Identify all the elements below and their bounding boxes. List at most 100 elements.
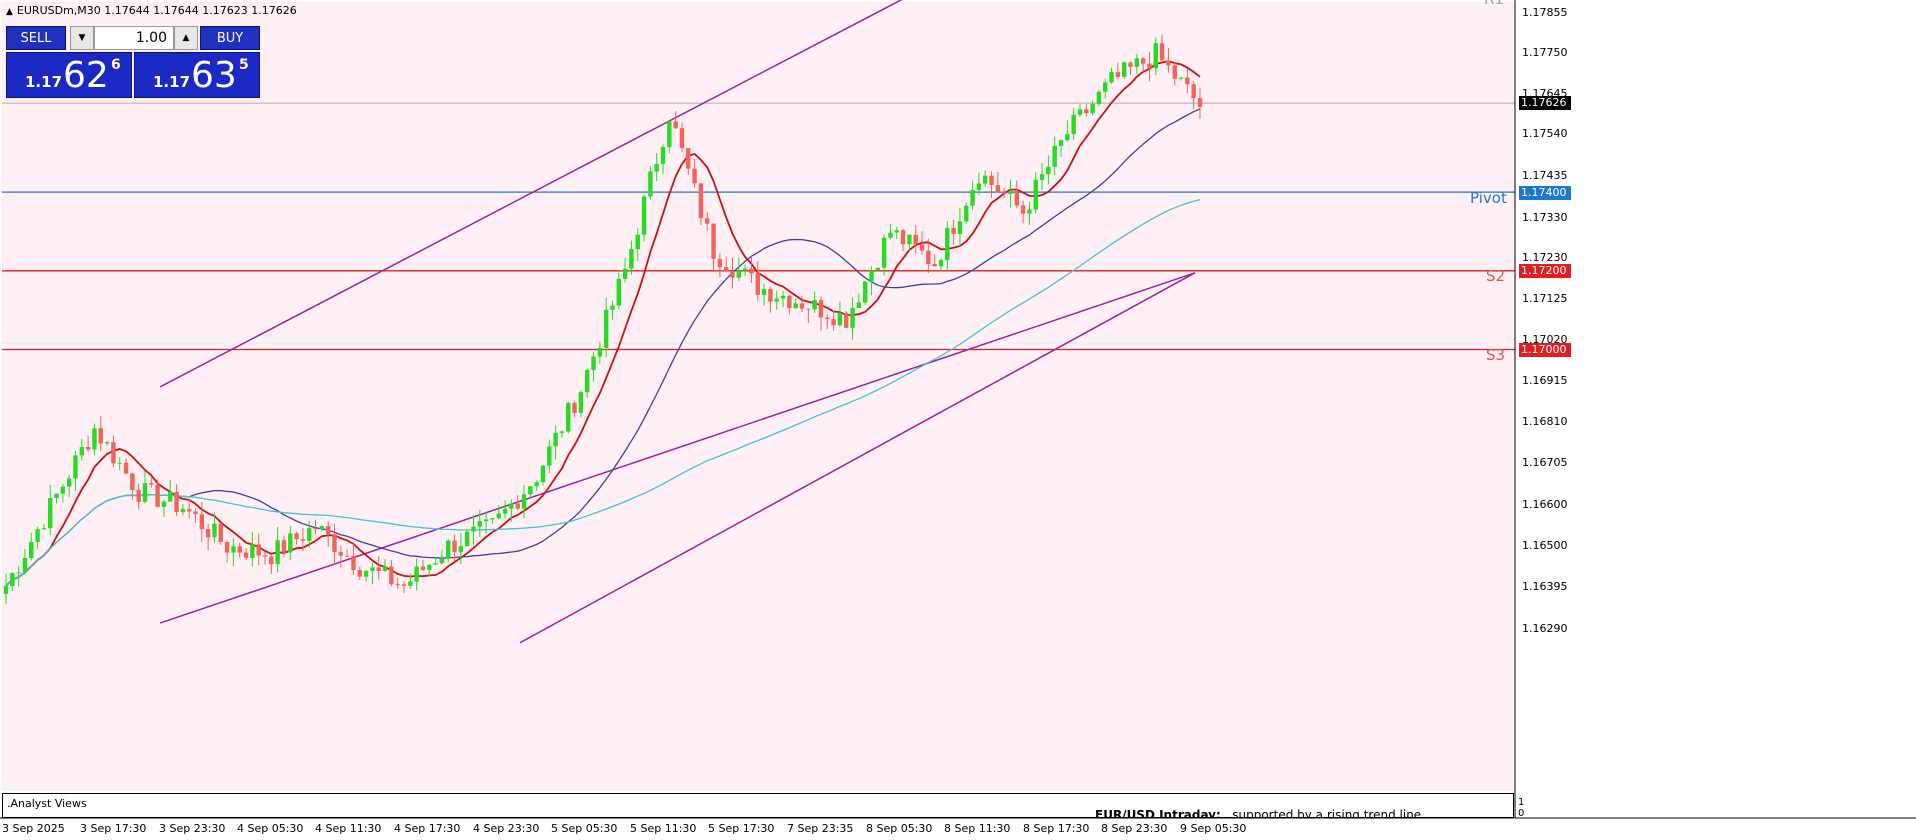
time-tick-label: 3 Sep 2025	[2, 822, 65, 835]
candle-body	[540, 465, 546, 483]
price-tick-label: 1.17540	[1522, 127, 1568, 140]
candle-body	[616, 278, 621, 306]
analyst-headline: EUR/USD Intraday:	[1095, 808, 1221, 818]
candle-body	[136, 489, 141, 502]
time-tick-label: 8 Sep 17:30	[1023, 822, 1090, 835]
buy-button[interactable]: BUY	[200, 26, 260, 50]
candle-body	[850, 307, 855, 328]
candle-body	[1090, 103, 1095, 114]
lot-increase-icon[interactable]: ▲	[174, 26, 198, 50]
candle-body	[938, 259, 944, 267]
candle-body	[370, 567, 375, 571]
candle-body	[477, 521, 483, 527]
one-click-trading-panel: SELL ▼ ▲ BUY 1.17 62 6 1.17 63 5	[6, 26, 260, 98]
time-tick-label: 8 Sep 11:30	[944, 822, 1011, 835]
candle-body	[1008, 190, 1013, 194]
candle-body	[325, 526, 331, 535]
candle-body	[256, 544, 261, 556]
candle-body	[212, 523, 217, 538]
buy-price-pips: 63	[191, 55, 237, 96]
candle-body	[730, 271, 735, 278]
candle-body	[66, 478, 72, 487]
price-tick-label: 1.17855	[1522, 6, 1568, 19]
candle-body	[970, 189, 975, 206]
candle-body	[553, 432, 558, 447]
candle-body	[117, 462, 122, 464]
candle-body	[679, 128, 685, 149]
candle-body	[85, 447, 91, 450]
collapse-triangle-icon[interactable]: ▲	[6, 7, 13, 17]
candle-body	[1121, 62, 1127, 77]
candle-body	[1191, 84, 1196, 99]
time-tick-label: 4 Sep 05:30	[237, 822, 304, 835]
candle-body	[174, 491, 179, 513]
candle-body	[1014, 190, 1019, 206]
candle-body	[275, 540, 280, 565]
candle-body	[1178, 77, 1184, 79]
candle-body	[389, 566, 394, 585]
candle-body	[894, 230, 899, 233]
sell-price-pips: 62	[63, 55, 109, 96]
price-tick-label: 1.17330	[1522, 211, 1568, 224]
candle-body	[218, 523, 223, 543]
candle-body	[660, 147, 666, 164]
candle-body	[1027, 209, 1032, 214]
pivot-level-label: Pivot	[1470, 189, 1507, 207]
lot-size-input[interactable]	[94, 26, 174, 50]
candle-body	[363, 570, 369, 577]
candle-body	[452, 540, 457, 553]
candle-body	[332, 534, 337, 553]
candle-body	[193, 511, 198, 515]
candle-body	[123, 462, 129, 474]
price-tick-label: 1.17230	[1522, 251, 1568, 264]
time-tick-label: 8 Sep 23:30	[1101, 822, 1168, 835]
analyst-views-panel[interactable]: .Analyst Views EUR/USD Intraday: support…	[2, 793, 1514, 818]
candle-body	[1058, 140, 1064, 146]
sell-button[interactable]: SELL	[6, 26, 66, 50]
candle-body	[641, 196, 647, 235]
candle-body	[629, 249, 634, 269]
time-tick-label: 5 Sep 17:30	[708, 822, 775, 835]
candle-body	[837, 312, 843, 326]
candle-body	[818, 299, 824, 318]
candle-body	[1103, 82, 1108, 92]
candle-body	[1065, 134, 1070, 141]
s3-price-tag: 1.17000	[1519, 343, 1571, 357]
price-tick-label: 1.16810	[1522, 415, 1568, 428]
candle-body	[862, 281, 868, 303]
candle-body	[673, 121, 678, 129]
candle-body	[231, 546, 236, 553]
candle-body	[22, 558, 28, 573]
candle-body	[622, 268, 628, 279]
candle-body	[142, 483, 148, 502]
candle-body	[414, 566, 419, 582]
candle-body	[490, 518, 495, 520]
price-tick-label: 1.16290	[1522, 622, 1568, 635]
candle-body	[54, 493, 59, 499]
candle-body	[723, 267, 729, 272]
candle-body	[932, 263, 937, 267]
price-tick-label: 1.17750	[1522, 46, 1568, 59]
candle-body	[875, 267, 881, 271]
buy-price-prefix: 1.17	[153, 73, 191, 91]
candle-body	[1159, 43, 1165, 61]
candle-body	[913, 234, 918, 245]
sell-price-button[interactable]: 1.17 62 6	[6, 52, 132, 98]
price-axis[interactable]: 1.17855 1.17750 1.17645 1.17540 1.17435 1.173…	[1516, 0, 1916, 840]
lot-decrease-icon[interactable]: ▼	[70, 26, 94, 50]
candle-body	[351, 555, 356, 571]
candle-body	[149, 483, 154, 485]
candle-body	[471, 526, 476, 532]
time-tick-label: 3 Sep 17:30	[80, 822, 147, 835]
time-tick-label: 8 Sep 05:30	[866, 822, 933, 835]
candle-body	[799, 303, 805, 309]
candle-body	[951, 228, 956, 234]
candle-body	[269, 556, 274, 565]
candle-body	[60, 486, 66, 494]
candle-body	[357, 570, 362, 577]
candle-body	[79, 447, 85, 456]
candle-body	[667, 121, 672, 148]
candle-body	[1084, 109, 1089, 114]
candle-body	[338, 552, 344, 556]
buy-price-button[interactable]: 1.17 63 5	[134, 52, 260, 98]
